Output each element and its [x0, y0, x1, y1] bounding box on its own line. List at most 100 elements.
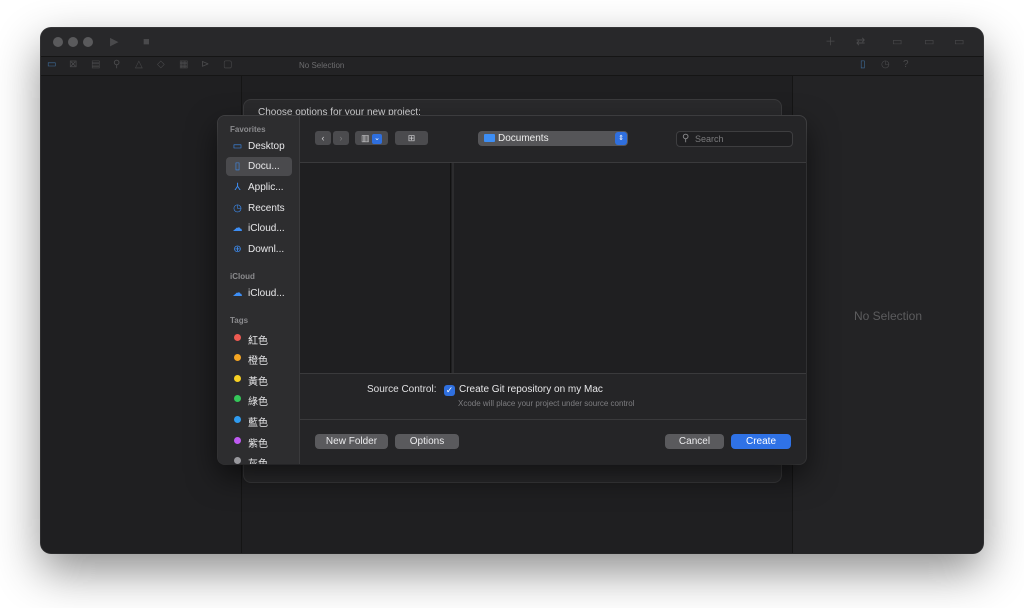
location-label: Documents — [498, 133, 549, 144]
checkmark-icon: ✓ — [445, 385, 454, 395]
tag-label: 橙色 — [248, 356, 268, 367]
clock-icon: ◷ — [233, 203, 242, 214]
sidebar-item-documents[interactable]: ▯ Docu... — [226, 157, 292, 176]
sidebar-item-label: iCloud... — [248, 288, 285, 299]
save-dialog: Favorites ▭ Desktop ▯ Docu... ⅄ Applic..… — [218, 116, 806, 464]
breadcrumb: No Selection — [299, 61, 345, 70]
sidebar-tag-orange[interactable]: 橙色 — [226, 348, 292, 367]
test-navigator-icon[interactable]: ◇ — [157, 59, 165, 71]
tag-label: 灰色 — [248, 455, 268, 464]
sidebar-item-label: Downl... — [248, 244, 285, 255]
tag-color-dot — [234, 375, 241, 382]
location-popup[interactable]: Documents ⇕ — [478, 131, 628, 146]
tag-color-dot — [234, 395, 241, 402]
sidebar-item-label: Desktop — [248, 141, 285, 152]
sidebar-item-recents[interactable]: ◷ Recents — [226, 199, 292, 218]
search-input[interactable] — [695, 132, 785, 146]
run-icon[interactable]: ▶ — [110, 36, 118, 48]
tags-header: Tags — [230, 316, 249, 325]
favorites-header: Favorites — [230, 125, 266, 134]
columns-view-icon: ▥ — [360, 133, 370, 143]
tag-color-dot — [234, 334, 241, 341]
inspector-placeholder: No Selection — [853, 309, 923, 323]
git-checkbox-label[interactable]: Create Git repository on my Mac — [459, 384, 603, 395]
navigator-panel — [41, 76, 242, 553]
git-hint: Xcode will place your project under sour… — [458, 399, 635, 408]
cancel-button[interactable]: Cancel — [665, 434, 724, 449]
stop-icon[interactable]: ■ — [143, 36, 150, 48]
git-repository-checkbox[interactable]: ✓ — [444, 385, 455, 396]
zoom-traffic-light[interactable] — [83, 37, 93, 47]
file-browser[interactable] — [300, 162, 806, 374]
tag-label: 紅色 — [248, 336, 268, 347]
title-bar: ▶ ■ ＋ ⇄ ▭ ▭ ▭ — [41, 28, 983, 57]
sidebar-tag-yellow[interactable]: 黃色 — [226, 369, 292, 388]
up-down-chevron-icon: ⇕ — [615, 132, 627, 145]
new-folder-icon: ⊞ — [407, 133, 416, 143]
help-inspector-icon[interactable]: ? — [903, 59, 909, 71]
document-icon: ▯ — [234, 161, 241, 172]
column-divider[interactable] — [450, 163, 451, 373]
find-navigator-icon[interactable]: ⚲ — [113, 59, 120, 71]
cloud-icon: ☁ — [232, 223, 243, 234]
breakpoint-navigator-icon[interactable]: ⊳ — [201, 59, 209, 71]
back-button[interactable]: ‹ — [315, 131, 331, 145]
tag-color-dot — [234, 457, 241, 464]
sidebar-tag-purple[interactable]: 紫色 — [226, 431, 292, 450]
sidebar-item-applications[interactable]: ⅄ Applic... — [226, 178, 292, 197]
sidebar-item-icloud[interactable]: ☁ iCloud... — [226, 284, 292, 303]
debug-area-toggle-icon[interactable]: ▭ — [924, 36, 934, 48]
sidebar-item-label: iCloud... — [248, 223, 285, 234]
sidebar-tag-blue[interactable]: 藍色 — [226, 410, 292, 429]
close-traffic-light[interactable] — [53, 37, 63, 47]
tag-color-dot — [234, 354, 241, 361]
forward-button[interactable]: › — [333, 131, 349, 145]
sidebar-item-desktop[interactable]: ▭ Desktop — [226, 137, 292, 156]
create-button[interactable]: Create — [731, 434, 791, 449]
folder-icon — [484, 134, 495, 142]
sidebar-item-icloud-drive[interactable]: ☁ iCloud... — [226, 219, 292, 238]
download-icon: ⊕ — [233, 244, 242, 255]
add-icon[interactable]: ＋ — [825, 36, 836, 48]
new-folder-button[interactable]: New Folder — [315, 434, 388, 449]
sidebar-tag-green[interactable]: 綠色 — [226, 389, 292, 408]
chevron-right-icon: › — [339, 133, 343, 143]
code-review-icon[interactable]: ⇄ — [856, 36, 865, 48]
dialog-sidebar: Favorites ▭ Desktop ▯ Docu... ⅄ Applic..… — [218, 116, 300, 464]
navigator-bar: ▭ ⊠ ▤ ⚲ △ ◇ ▦ ⊳ ▢ No Selection ▯ ◷ ? — [41, 57, 983, 76]
sidebar-tag-gray[interactable]: 灰色 — [226, 451, 292, 464]
view-mode-button[interactable]: ▥ ⌄ — [355, 131, 388, 145]
sidebar-item-label: Recents — [248, 203, 285, 214]
column-gutter — [452, 163, 454, 373]
options-button[interactable]: Options — [395, 434, 459, 449]
report-navigator-icon[interactable]: ▢ — [223, 59, 232, 71]
tag-color-dot — [234, 437, 241, 444]
project-navigator-icon[interactable]: ▭ — [47, 59, 56, 71]
source-control-label: Source Control: — [367, 384, 437, 395]
navigator-toggle-icon[interactable]: ▭ — [892, 36, 902, 48]
tag-label: 藍色 — [248, 418, 268, 429]
new-folder-toolbar-button[interactable]: ⊞ — [395, 131, 428, 145]
tag-label: 紫色 — [248, 439, 268, 450]
search-field[interactable]: ⚲ — [676, 131, 793, 147]
sidebar-tag-red[interactable]: 紅色 — [226, 328, 292, 347]
file-inspector-icon[interactable]: ▯ — [860, 59, 866, 71]
source-control-icon[interactable]: ⊠ — [69, 59, 77, 71]
tag-color-dot — [234, 416, 241, 423]
minimize-traffic-light[interactable] — [68, 37, 78, 47]
symbol-navigator-icon[interactable]: ▤ — [91, 59, 100, 71]
cloud-icon: ☁ — [232, 288, 243, 299]
issue-navigator-icon[interactable]: △ — [135, 59, 143, 71]
sidebar-item-label: Docu... — [248, 161, 280, 172]
history-inspector-icon[interactable]: ◷ — [881, 59, 890, 71]
chevron-left-icon: ‹ — [321, 133, 325, 143]
applications-icon: ⅄ — [234, 182, 241, 193]
sidebar-item-downloads[interactable]: ⊕ Downl... — [226, 240, 292, 259]
debug-navigator-icon[interactable]: ▦ — [179, 59, 188, 71]
inspector-toggle-icon[interactable]: ▭ — [954, 36, 964, 48]
search-icon: ⚲ — [682, 133, 690, 144]
sidebar-item-label: Applic... — [248, 182, 284, 193]
desktop-icon: ▭ — [232, 141, 243, 152]
tag-label: 綠色 — [248, 397, 268, 408]
tag-label: 黃色 — [248, 377, 268, 388]
